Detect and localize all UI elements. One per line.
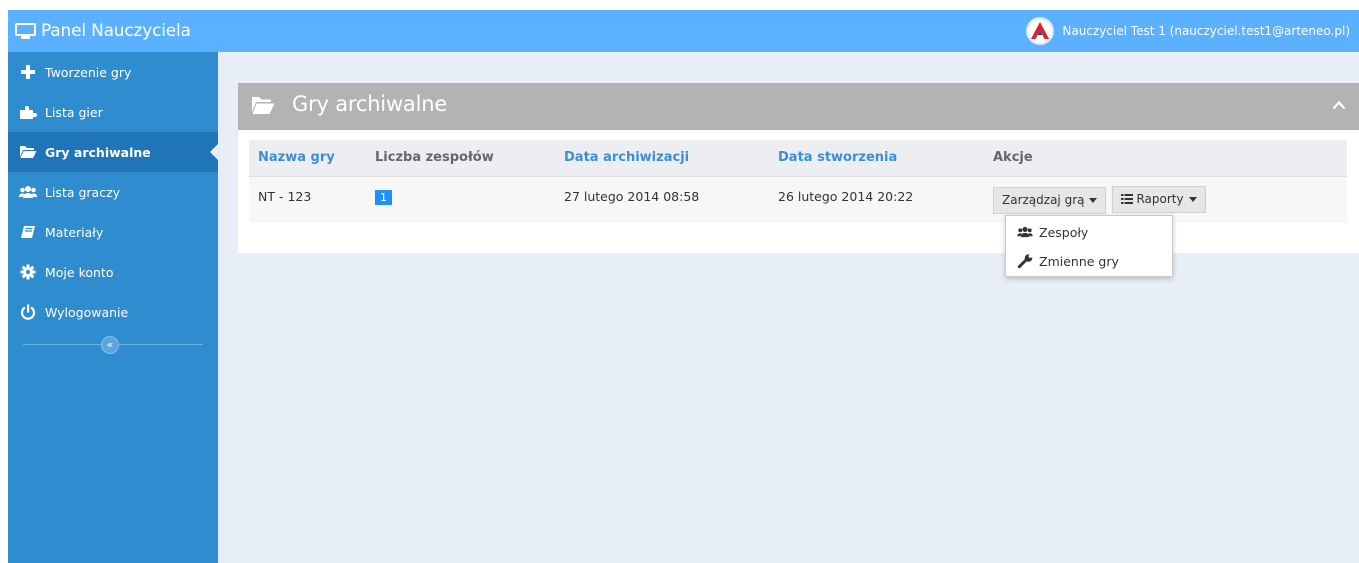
- cell-archived-date: 27 lutego 2014 08:58: [555, 175, 769, 223]
- col-header-actions: Akcje: [984, 140, 1347, 176]
- app-title: Panel Nauczyciela: [41, 21, 191, 41]
- manage-game-dropdown: Zespoły Zmienne gry: [1005, 215, 1173, 277]
- reports-button[interactable]: Raporty: [1112, 185, 1206, 213]
- dropdown-item-label: Zespoły: [1039, 224, 1089, 240]
- sidebar-item-label: Tworzenie gry: [45, 64, 132, 80]
- sidebar-item-gry-archiwalne[interactable]: Gry archiwalne: [8, 132, 219, 172]
- chevron-up-icon[interactable]: [1332, 99, 1346, 113]
- top-navbar: Panel Nauczyciela Nauczyciel Test 1 (nau…: [8, 10, 1359, 52]
- sidebar-item-label: Materiały: [45, 224, 104, 240]
- sidebar-item-lista-graczy[interactable]: Lista graczy: [8, 172, 218, 212]
- archived-games-panel: Gry archiwalne Nazwa gry Liczba zespołów…: [238, 83, 1359, 253]
- sidebar-item-moje-konto[interactable]: Moje konto: [8, 252, 218, 292]
- sidebar-item-materialy[interactable]: Materiały: [8, 212, 218, 252]
- teams-count-badge: 1: [375, 189, 392, 205]
- caret-down-icon: [1188, 196, 1197, 202]
- brand-link[interactable]: Panel Nauczyciela: [15, 10, 191, 52]
- sidebar-item-label: Lista gier: [45, 104, 103, 120]
- sidebar-item-wylogowanie[interactable]: Wylogowanie: [8, 292, 218, 332]
- dropdown-item-label: Zmienne gry: [1039, 253, 1119, 269]
- folder-open-icon: [251, 96, 275, 118]
- plus-icon: [18, 64, 38, 80]
- arteneo-logo-icon: [1031, 22, 1050, 39]
- sidebar-collapse-button[interactable]: «: [101, 336, 119, 354]
- gear-icon: [18, 264, 38, 280]
- user-menu[interactable]: Nauczyciel Test 1 (nauczyciel.test1@arte…: [1026, 10, 1350, 52]
- cell-created-date: 26 lutego 2014 20:22: [769, 175, 984, 223]
- cell-teams: 1: [366, 175, 555, 223]
- manage-game-button[interactable]: Zarządzaj grą: [993, 186, 1107, 214]
- games-table: Nazwa gry Liczba zespołów Data archiwiza…: [249, 140, 1347, 223]
- panel-title: Gry archiwalne: [292, 92, 448, 116]
- col-header-archived[interactable]: Data archiwizacji: [555, 140, 769, 176]
- users-icon: [18, 184, 38, 200]
- col-header-teams: Liczba zespołów: [366, 140, 555, 176]
- sidebar-item-label: Moje konto: [45, 264, 114, 280]
- col-header-name[interactable]: Nazwa gry: [249, 140, 366, 176]
- book-icon: [18, 224, 38, 240]
- list-icon: [1121, 194, 1134, 204]
- col-header-created[interactable]: Data stworzenia: [769, 140, 984, 176]
- table-row: NT - 123 1 27 lutego 2014 08:58 26 luteg…: [249, 175, 1347, 223]
- avatar: [1026, 17, 1055, 45]
- caret-down-icon: [1089, 197, 1098, 203]
- puzzle-icon: [18, 104, 38, 120]
- sidebar-item-lista-gier[interactable]: Lista gier: [8, 92, 218, 132]
- cell-game-name: NT - 123: [249, 175, 366, 223]
- table-header-row: Nazwa gry Liczba zespołów Data archiwiza…: [249, 140, 1347, 176]
- sidebar-item-label: Wylogowanie: [45, 304, 129, 320]
- reports-label: Raporty: [1136, 192, 1184, 206]
- folder-open-icon: [18, 144, 38, 160]
- users-icon: [1017, 225, 1033, 239]
- power-icon: [18, 304, 38, 320]
- dropdown-item-zespoly[interactable]: Zespoły: [1006, 218, 1172, 246]
- monitor-icon: [15, 22, 36, 40]
- manage-game-label: Zarządzaj grą: [1002, 193, 1085, 207]
- user-name: Nauczyciel Test 1 (nauczyciel.test1@arte…: [1062, 24, 1350, 38]
- wrench-icon: [1017, 254, 1033, 268]
- dropdown-item-zmienne-gry[interactable]: Zmienne gry: [1006, 247, 1172, 275]
- panel-header: Gry archiwalne: [238, 83, 1359, 130]
- sidebar-item-tworzenie-gry[interactable]: Tworzenie gry: [8, 52, 218, 92]
- app-frame: Panel Nauczyciela Nauczyciel Test 1 (nau…: [8, 10, 1359, 563]
- sidebar-item-label: Gry archiwalne: [45, 144, 151, 160]
- sidebar-item-label: Lista graczy: [45, 184, 121, 200]
- sidebar: Tworzenie gry Lista gier Gry archiwalne …: [8, 52, 219, 563]
